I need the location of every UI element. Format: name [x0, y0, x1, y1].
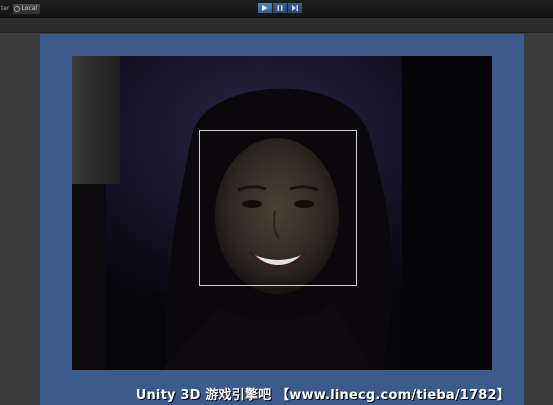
webcam-feed [72, 56, 492, 370]
face-detection-box [199, 130, 357, 286]
pause-icon [277, 5, 283, 11]
step-button[interactable] [288, 2, 303, 14]
pause-button[interactable] [273, 2, 288, 14]
play-controls [257, 2, 303, 14]
pivot-label: Local [21, 4, 38, 12]
game-view-canvas[interactable]: Unity 3D 游戏引擎吧 【www.linecg.com/tieba/178… [40, 34, 524, 405]
pivot-local-toggle[interactable]: Local [12, 2, 42, 15]
tool-label-cut[interactable]: ter [0, 5, 10, 12]
step-icon [292, 5, 298, 11]
pivot-icon [13, 5, 20, 12]
transform-tools: ter Local [0, 2, 42, 15]
top-toolbar: ter Local [0, 0, 553, 18]
unity-editor-window: ter Local Unity 3D 游戏引擎吧 【www.linecg.com… [0, 0, 553, 405]
play-icon [262, 5, 268, 11]
forum-watermark: Unity 3D 游戏引擎吧 【www.linecg.com/tieba/178… [135, 388, 510, 403]
play-button[interactable] [257, 2, 273, 14]
game-view-header [0, 18, 553, 33]
